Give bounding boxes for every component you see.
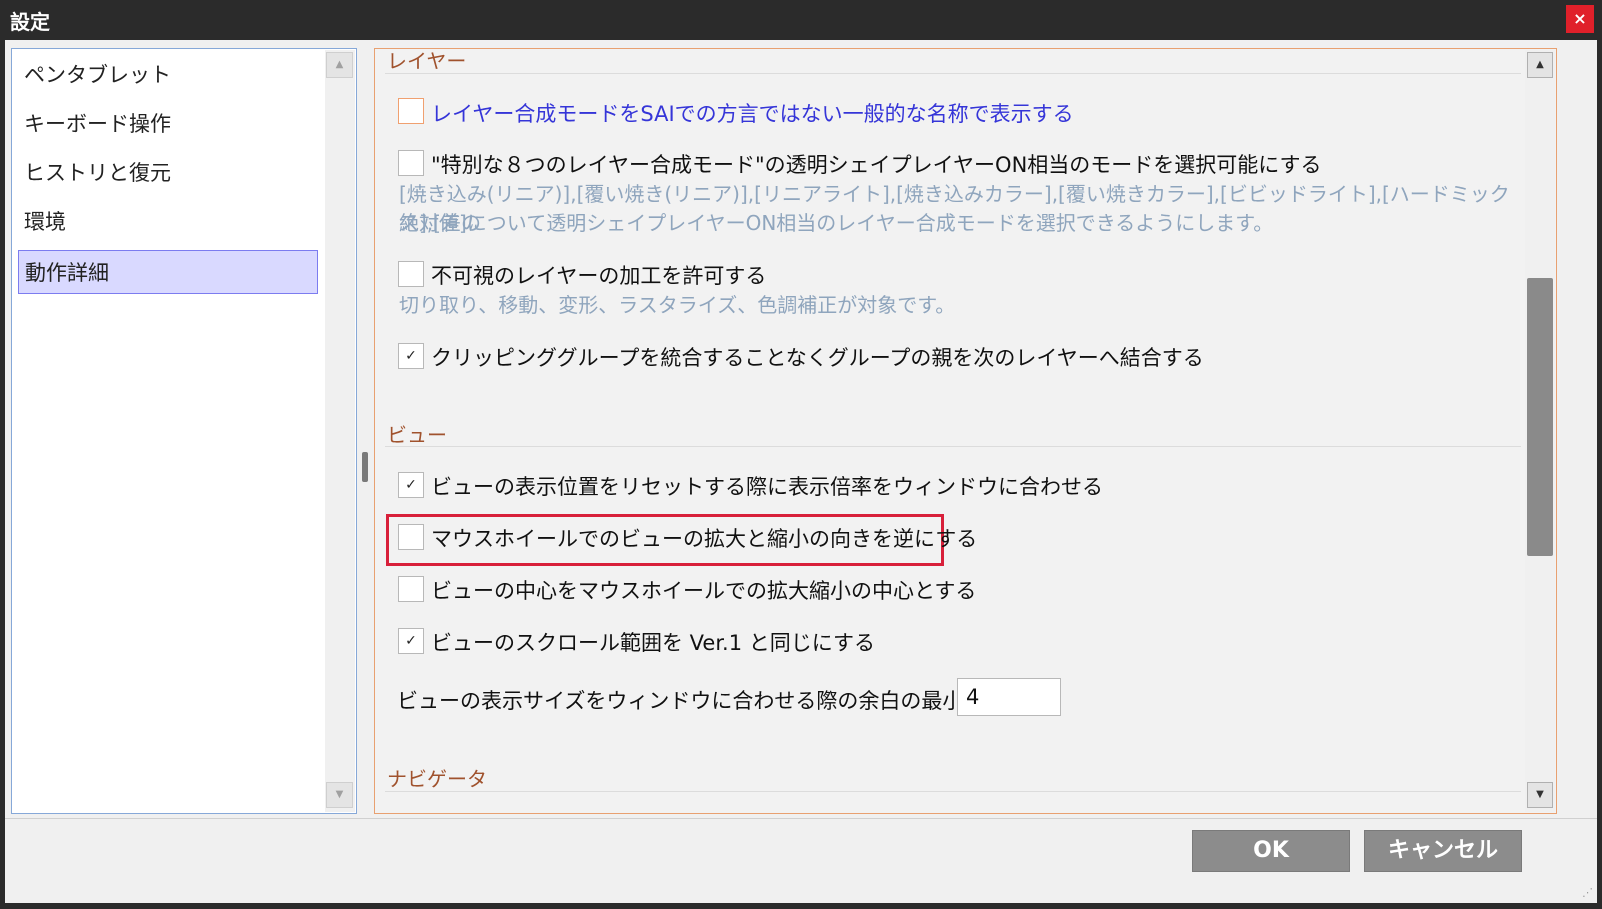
nav-item-environment[interactable]: 環境 [18, 200, 318, 244]
checkbox-invisible-layer-edit[interactable] [398, 261, 424, 287]
section-header-navigator: ナビゲータ [387, 767, 487, 791]
nav-scrollbar[interactable]: ▲ ▼ [325, 50, 355, 812]
checkbox-merge-clipping-group[interactable]: ✓ [398, 343, 424, 369]
nav-item-history[interactable]: ヒストリと復元 [18, 151, 318, 195]
option-label-merge-clipping-group: クリッピンググループを統合することなくグループの親を次のレイヤーへ結合する [431, 346, 1204, 370]
checkbox-reset-fit-zoom[interactable]: ✓ [398, 472, 424, 498]
option-desc-invisible-layer-edit: 切り取り、移動、変形、ラスタライズ、色調補正が対象です。 [399, 293, 956, 317]
section-divider [385, 446, 1521, 447]
resize-grip-icon[interactable]: ⋰ [1582, 886, 1593, 899]
scroll-up-icon[interactable]: ▲ [1527, 52, 1553, 78]
category-list: ペンタブレット キーボード操作 ヒストリと復元 環境 動作詳細 ▲ ▼ [11, 48, 357, 814]
section-divider [385, 73, 1521, 74]
scroll-down-icon[interactable]: ▼ [1527, 782, 1553, 808]
option-label-zoom-at-view-center: ビューの中心をマウスホイールでの拡大縮小の中心とする [431, 579, 977, 603]
scrollbar-thumb[interactable] [1527, 278, 1553, 556]
option-desc-special-blend-line2: 絶対値]について透明シェイプレイヤーON相当のレイヤー合成モードを選択できるよう… [399, 211, 1274, 235]
splitter-handle[interactable] [362, 452, 368, 482]
checkbox-scroll-range-v1[interactable]: ✓ [398, 628, 424, 654]
checkbox-special-blend-modes[interactable] [398, 150, 424, 176]
checkbox-zoom-at-view-center[interactable] [398, 576, 424, 602]
option-label-invisible-layer-edit: 不可視のレイヤーの加工を許可する [431, 264, 767, 288]
footer-divider [5, 818, 1597, 819]
scroll-up-icon[interactable]: ▲ [326, 52, 353, 78]
window-title: 設定 [10, 10, 50, 34]
option-label-reset-fit-zoom: ビューの表示位置をリセットする際に表示倍率をウィンドウに合わせる [431, 475, 1103, 499]
title-bar: 設定 × [0, 0, 1602, 40]
option-label-scroll-range-v1: ビューのスクロール範囲を Ver.1 と同じにする [431, 631, 875, 655]
section-header-layer: レイヤー [387, 49, 467, 73]
nav-item-keyboard[interactable]: キーボード操作 [18, 102, 318, 146]
option-label-generic-blend-names: レイヤー合成モードをSAIでの方言ではない一般的な名称で表示する [431, 102, 1074, 126]
option-label-invert-wheel-zoom: マウスホイールでのビューの拡大と縮小の向きを逆にする [431, 527, 978, 551]
section-divider [385, 791, 1521, 792]
nav-item-advanced[interactable]: 動作詳細 [18, 250, 318, 294]
margin-input[interactable]: 4 [957, 678, 1061, 716]
nav-item-pen-tablet[interactable]: ペンタブレット [18, 53, 318, 97]
ok-button[interactable]: OK [1192, 830, 1350, 872]
panel-scrollbar[interactable]: ▲ ▼ [1525, 50, 1555, 812]
dialog-body: ペンタブレット キーボード操作 ヒストリと復元 環境 動作詳細 ▲ ▼ レイヤー… [5, 40, 1597, 903]
checkbox-invert-wheel-zoom[interactable] [398, 524, 424, 550]
cancel-button[interactable]: キャンセル [1364, 830, 1522, 872]
section-header-view: ビュー [387, 423, 447, 447]
close-icon[interactable]: × [1566, 5, 1594, 33]
checkbox-generic-blend-names[interactable] [398, 98, 424, 124]
margin-label: ビューの表示サイズをウィンドウに合わせる際の余白の最小値： [397, 689, 1006, 713]
option-label-special-blend-modes: "特別な８つのレイヤー合成モード"の透明シェイプレイヤーON相当のモードを選択可… [431, 153, 1322, 177]
scroll-down-icon[interactable]: ▼ [326, 782, 353, 808]
settings-panel: レイヤー レイヤー合成モードをSAIでの方言ではない一般的な名称で表示する "特… [374, 48, 1557, 814]
